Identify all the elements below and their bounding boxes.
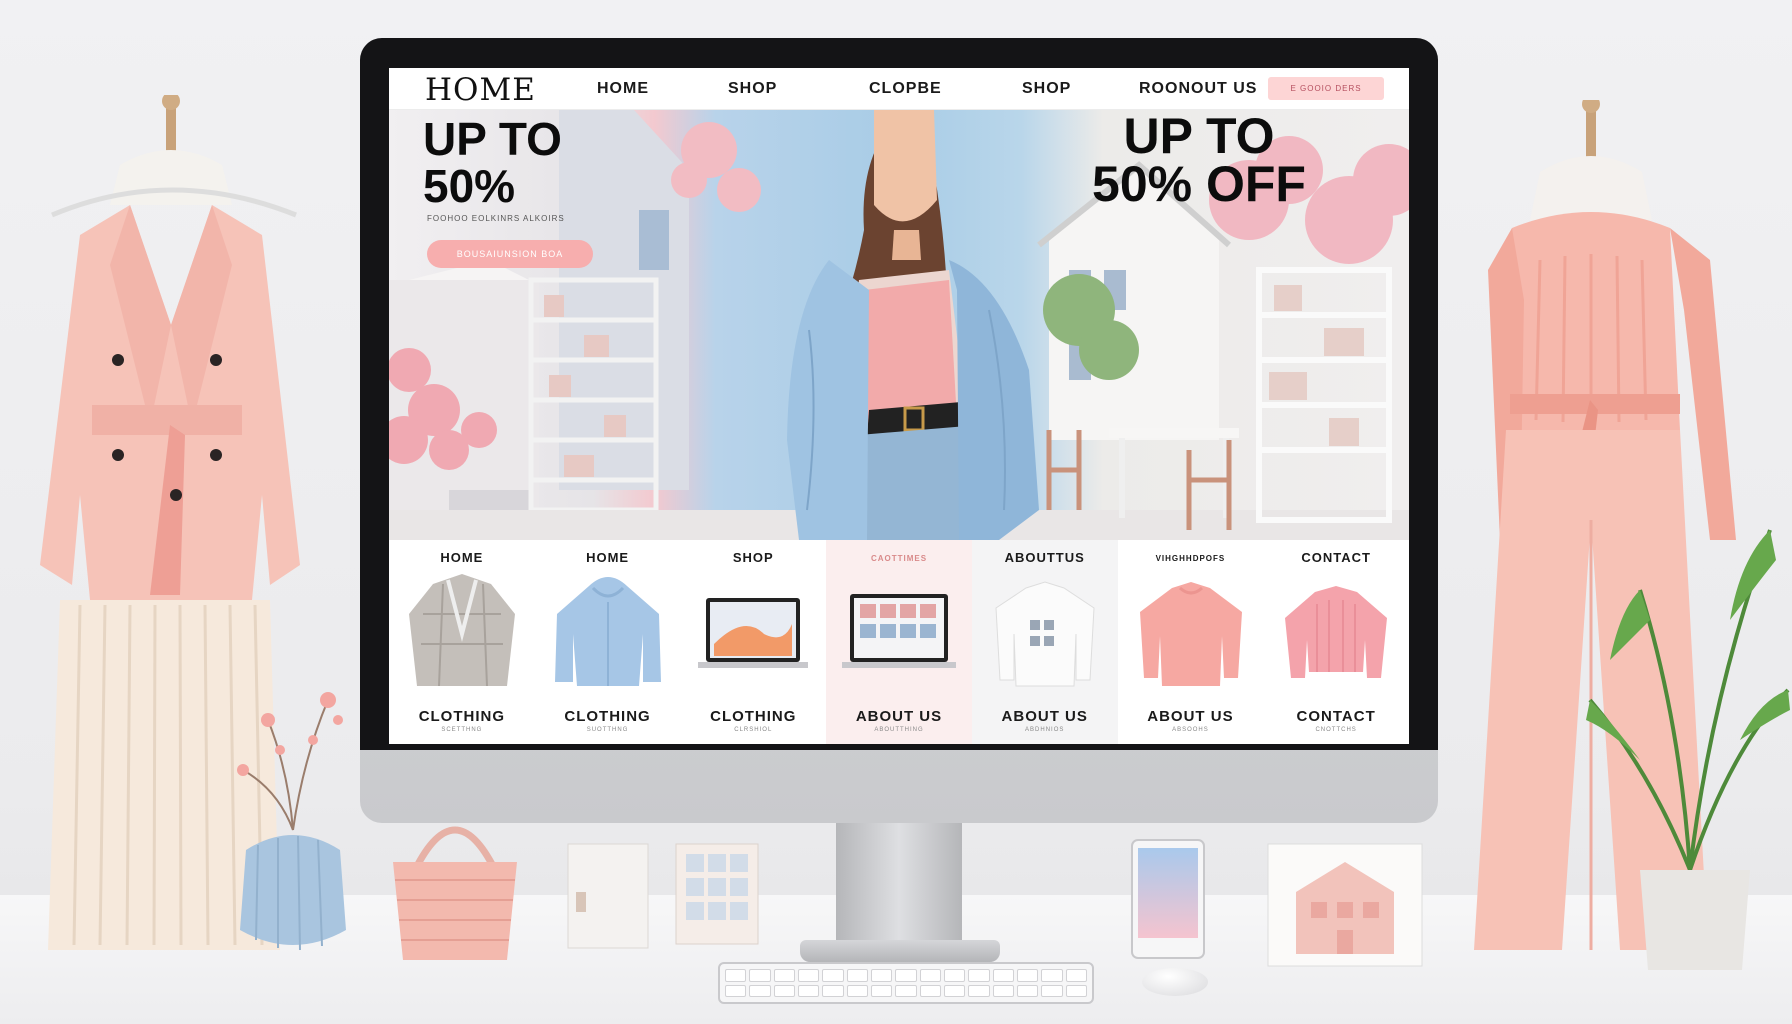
category-card[interactable]: HOME CLOTHING SUOTTHNG — [535, 540, 681, 744]
category-sublabel: SUOTTHNG — [586, 727, 629, 733]
category-top-label: HOME — [440, 550, 484, 565]
potted-palm-plant — [1586, 529, 1790, 970]
laptop-icon — [842, 594, 957, 668]
site-logo[interactable]: HOME — [425, 72, 536, 108]
framed-house-picture — [1267, 843, 1423, 967]
hero-banner: UP TO 50% FOOHOO EOLKINRS ALKOIRS BOUSAI… — [389, 110, 1409, 540]
category-label: CLOTHING — [564, 708, 651, 725]
pink-basket — [393, 826, 517, 960]
pink-knit-sweater-icon — [1285, 586, 1388, 678]
hero-left-headline: UP TO 50% — [423, 113, 562, 212]
desk-boxes — [567, 843, 759, 949]
nav-link-clothing[interactable]: CLOPBE — [869, 80, 942, 98]
hero-shop-button[interactable]: BOUSAIUNSION BOA — [427, 240, 593, 268]
category-card[interactable]: ABOUTTUS ABOUT US ABDHNIOS — [971, 540, 1118, 744]
category-top-label: CONTACT — [1301, 550, 1371, 565]
category-sublabel: SCETTHNG — [441, 727, 483, 733]
plaid-blazer-icon — [409, 574, 515, 687]
white-sweater-icon — [995, 581, 1095, 687]
category-sublabel: ABSOOHS — [1172, 727, 1209, 733]
website-screen: HOME HOME SHOP CLOPBE SHOP ROONOUT US E … — [389, 68, 1409, 744]
monitor-stand-base — [800, 940, 1000, 962]
category-top-label: HOME — [586, 550, 630, 565]
category-top-label: SHOP — [732, 550, 774, 565]
category-row: HOME CLOTHING SCETTHNG HOME CLOTHING SUO… — [389, 540, 1409, 744]
category-top-label: ABOUTTUS — [1004, 550, 1085, 565]
top-navigation: HOME HOME SHOP CLOPBE SHOP ROONOUT US E … — [389, 68, 1409, 110]
category-label: ABOUT US — [855, 708, 943, 725]
category-label: ABOUT US — [1147, 708, 1234, 725]
laptop-icon — [698, 598, 809, 668]
nav-link-about-us[interactable]: ROONOUT US — [1139, 80, 1257, 98]
hero-right-headline: UP TO 50% OFF — [1092, 110, 1306, 212]
category-sublabel: CNOTTCHS — [1315, 727, 1357, 733]
nav-cta-button[interactable]: E GOOIO DERS — [1268, 77, 1384, 100]
keyboard[interactable] — [718, 962, 1094, 1004]
nav-link-home[interactable]: HOME — [597, 80, 649, 98]
category-label: ABOUT US — [1001, 708, 1088, 725]
nav-link-shop-2[interactable]: SHOP — [1022, 80, 1071, 98]
category-card[interactable]: CONTACT CONTACT CNOTTCHS — [1263, 540, 1409, 744]
category-card[interactable]: VIHGHHDPOFS ABOUT US ABSOOHS — [1118, 540, 1264, 744]
category-label: CLOTHING — [710, 708, 797, 725]
blue-hoodie-icon — [554, 577, 661, 686]
vase-with-flowers — [237, 692, 346, 951]
phone-stand — [1131, 839, 1205, 959]
category-top-label: VIHGHHDPOFS — [1155, 554, 1226, 563]
category-card[interactable]: SHOP CLOTHING CLRSHIOL — [680, 540, 826, 744]
category-sublabel: ABDHNIOS — [1025, 727, 1065, 733]
category-label: CLOTHING — [418, 708, 506, 725]
hero-left-subtext: FOOHOO EOLKINRS ALKOIRS — [427, 214, 565, 223]
category-top-label: CAOTTIMES — [870, 554, 928, 563]
monitor-stand — [836, 823, 962, 953]
category-card[interactable]: CAOTTIMES ABOUT US ABOUTTHING — [826, 540, 972, 744]
nav-link-shop[interactable]: SHOP — [728, 80, 777, 98]
category-label: CONTACT — [1296, 708, 1376, 725]
pink-sweatshirt-icon — [1139, 582, 1242, 686]
category-card[interactable]: HOME CLOTHING SCETTHNG — [389, 540, 535, 744]
category-sublabel: ABOUTTHING — [874, 727, 924, 733]
mouse[interactable] — [1142, 968, 1208, 996]
category-sublabel: CLRSHIOL — [734, 727, 773, 733]
